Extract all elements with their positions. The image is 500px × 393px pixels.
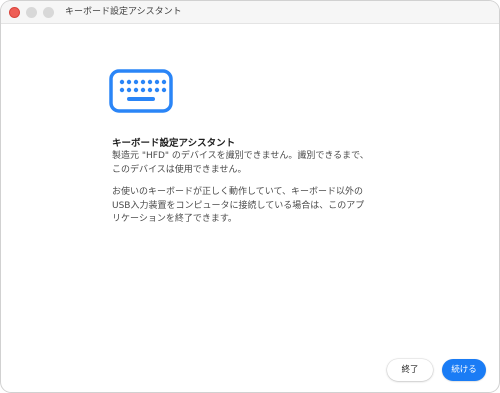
help-message-line: USB入力装置をコンピュータに接続している場合は、このアプ	[112, 200, 365, 211]
titlebar: キーボード設定アシスタント	[1, 1, 499, 24]
keyboard-icon	[109, 69, 173, 113]
error-message-line: このデバイスは使用できません。	[112, 164, 247, 175]
quit-button[interactable]: 終了	[387, 359, 433, 381]
continue-button[interactable]: 続ける	[442, 359, 486, 381]
window-title: キーボード設定アシスタント	[65, 7, 182, 17]
error-message-line: 製造元 "HFD" のデバイスを識別できません。識別できるまで、	[112, 151, 369, 161]
help-message: お使いのキーボードが正しく動作していて、キーボード以外の USB入力装置をコンピ…	[112, 186, 412, 227]
content-heading: キーボード設定アシスタント	[112, 138, 236, 149]
help-message-line: お使いのキーボードが正しく動作していて、キーボード以外の	[112, 187, 364, 197]
zoom-window-button[interactable]	[43, 7, 54, 18]
assistant-window: キーボード設定アシスタント キーボード設定アシスタント 製造元 "HFD" のデ…	[1, 1, 499, 392]
minimize-window-button[interactable]	[26, 7, 37, 18]
close-window-button[interactable]	[9, 7, 20, 18]
error-message: 製造元 "HFD" のデバイスを識別できません。識別できるまで、 このデバイスは…	[112, 150, 412, 177]
help-message-line: リケーションを終了できます。	[112, 214, 237, 224]
